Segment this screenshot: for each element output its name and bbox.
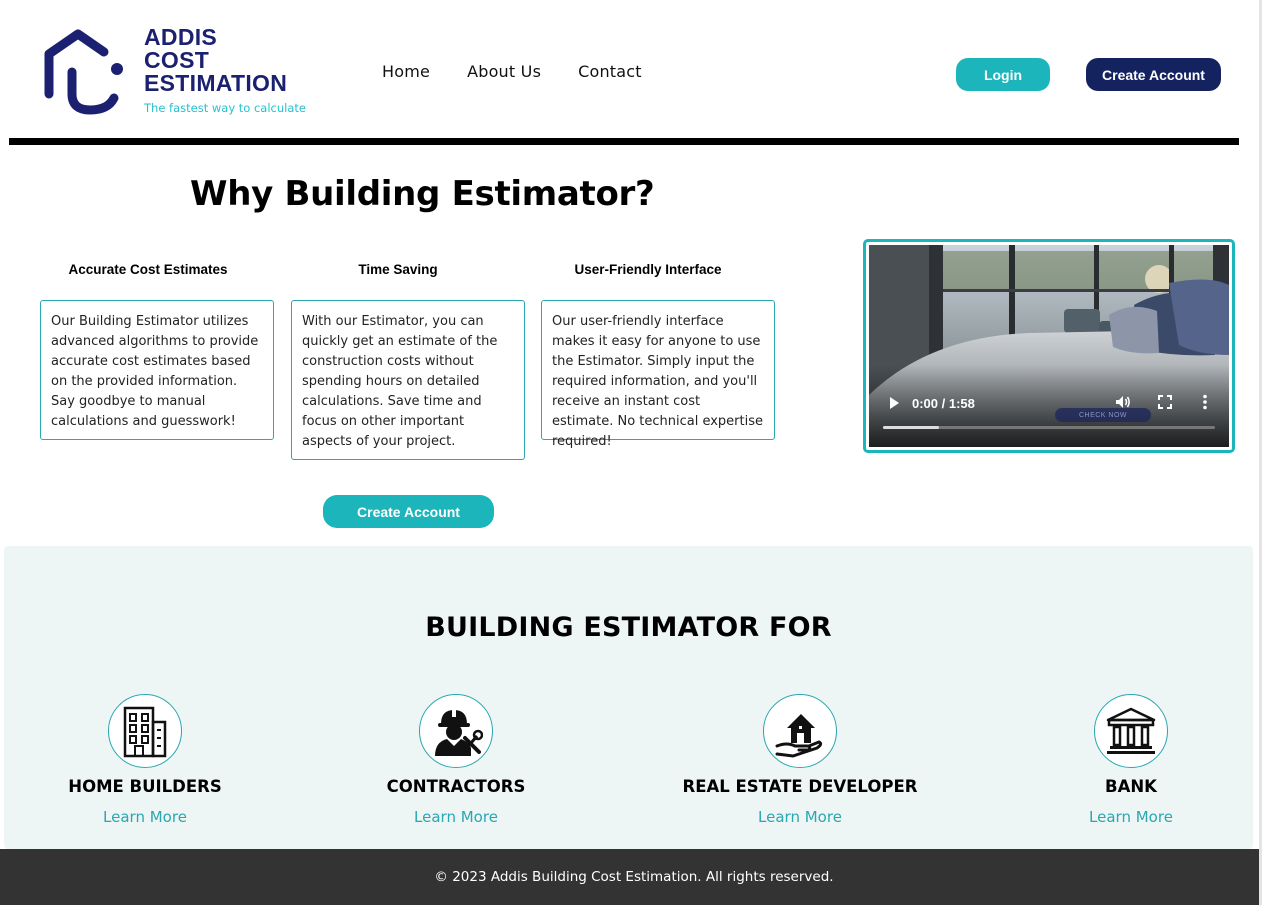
logo-house-icon — [44, 29, 123, 115]
audience-label: BANK — [1105, 777, 1157, 796]
building-icon — [123, 706, 167, 758]
more-options-icon[interactable] — [1202, 394, 1208, 415]
learn-more-link[interactable]: Learn More — [670, 808, 930, 826]
main-nav: Home About Us Contact — [382, 62, 642, 81]
video-seek-bar[interactable] — [883, 426, 1215, 429]
audience-item-real-estate-developer: REAL ESTATE DEVELOPER Learn More — [670, 694, 930, 826]
audience-icon-circle — [763, 694, 837, 768]
brand-logo[interactable]: ADDIS COST ESTIMATION The fastest way to… — [44, 26, 314, 118]
audience-item-bank: BANK Learn More — [1001, 694, 1261, 826]
audience-icon-circle — [419, 694, 493, 768]
audience-section: BUILDING ESTIMATOR FOR HOME BUILDERS Lea… — [4, 546, 1253, 849]
audience-item-contractors: CONTRACTORS Learn More — [326, 694, 586, 826]
create-account-cta-button[interactable]: Create Account — [323, 495, 494, 528]
play-icon[interactable] — [887, 395, 901, 416]
header-divider — [9, 138, 1239, 145]
video-progress-fill — [883, 426, 940, 429]
why-title: Why Building Estimator? — [190, 174, 655, 214]
feature-card-time-saving: With our Estimator, you can quickly get … — [291, 300, 525, 460]
create-account-button[interactable]: Create Account — [1086, 58, 1221, 91]
house-hand-icon — [775, 714, 823, 758]
logo-line-3: ESTIMATION — [144, 70, 288, 96]
logo-line-2: COST — [144, 47, 210, 73]
nav-contact[interactable]: Contact — [578, 62, 642, 81]
nav-about-us[interactable]: About Us — [467, 62, 541, 81]
video-badge: CHECK NOW — [1055, 408, 1151, 422]
feature-card-accurate: Our Building Estimator utilizes advanced… — [40, 300, 274, 440]
video-thumbnail — [869, 245, 1229, 447]
login-button[interactable]: Login — [956, 58, 1050, 91]
feature-title-accurate: Accurate Cost Estimates — [68, 262, 228, 277]
audience-icon-circle — [1094, 694, 1168, 768]
feature-title-time-saving: Time Saving — [358, 262, 438, 277]
contractor-icon — [435, 708, 483, 756]
audience-item-home-builders: HOME BUILDERS Learn More — [15, 694, 275, 826]
volume-icon[interactable] — [1114, 393, 1132, 416]
feature-card-user-friendly: Our user-friendly interface makes it eas… — [541, 300, 775, 449]
video-time: 0:00 / 1:58 — [912, 396, 975, 411]
feature-title-user-friendly: User-Friendly Interface — [574, 262, 722, 277]
logo-wordmark: ADDIS COST ESTIMATION The fastest way to… — [144, 24, 306, 116]
audience-label: CONTRACTORS — [386, 777, 526, 796]
video-player[interactable]: 0:00 / 1:58 CHECK NOW — [869, 245, 1229, 447]
video-frame: 0:00 / 1:58 CHECK NOW — [863, 239, 1235, 453]
learn-more-link[interactable]: Learn More — [1001, 808, 1261, 826]
learn-more-link[interactable]: Learn More — [326, 808, 586, 826]
audience-label: HOME BUILDERS — [68, 777, 222, 796]
audience-label: REAL ESTATE DEVELOPER — [682, 777, 918, 796]
site-footer: © 2023 Addis Building Cost Estimation. A… — [0, 849, 1262, 905]
audience-title: BUILDING ESTIMATOR FOR — [425, 612, 832, 643]
audience-icon-circle — [108, 694, 182, 768]
footer-copyright: © 2023 Addis Building Cost Estimation. A… — [434, 869, 834, 885]
bank-icon — [1106, 707, 1156, 754]
fullscreen-icon[interactable] — [1157, 394, 1173, 415]
learn-more-link[interactable]: Learn More — [15, 808, 275, 826]
logo-tagline: The fastest way to calculate — [144, 101, 306, 115]
nav-home[interactable]: Home — [382, 62, 430, 81]
site-header: ADDIS COST ESTIMATION The fastest way to… — [0, 0, 1262, 140]
logo-line-1: ADDIS — [144, 24, 218, 50]
